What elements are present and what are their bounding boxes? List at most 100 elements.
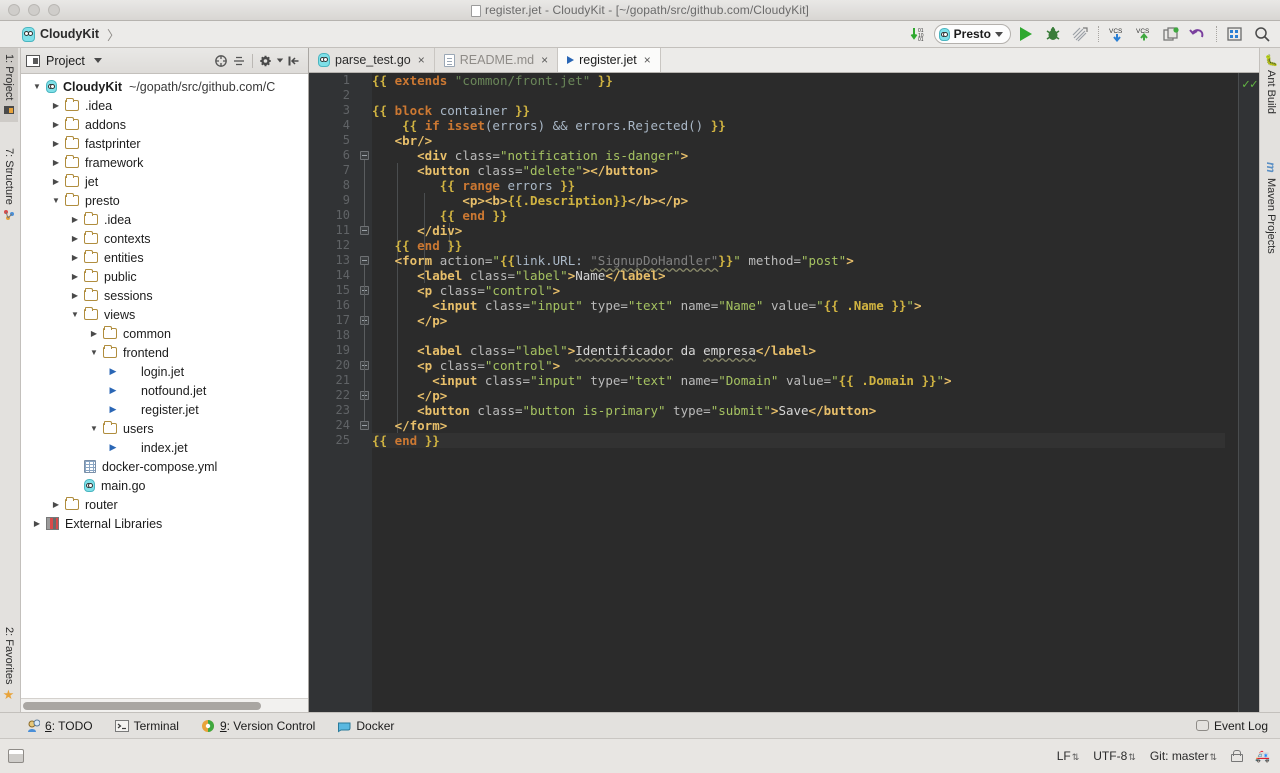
- minimize-button[interactable]: [28, 4, 40, 16]
- tree-node[interactable]: ▶ router: [21, 495, 308, 514]
- fold-end-icon[interactable]: [360, 421, 369, 430]
- close-icon[interactable]: ×: [418, 53, 425, 67]
- line-number[interactable]: 25: [309, 433, 357, 448]
- code-line[interactable]: {{ end }}: [372, 208, 1225, 223]
- code-text[interactable]: {{ extends "common/front.jet" }} {{ bloc…: [372, 73, 1225, 712]
- line-number[interactable]: 5: [309, 133, 357, 148]
- search-everywhere-icon[interactable]: [1250, 23, 1274, 45]
- code-line[interactable]: <label class="label">Identificador da em…: [372, 343, 1225, 358]
- close-icon[interactable]: ×: [644, 53, 651, 67]
- run-button[interactable]: [1014, 23, 1038, 45]
- tree-collapse-arrow-icon[interactable]: ▶: [50, 500, 62, 509]
- expand-all-icon[interactable]: [231, 54, 247, 68]
- code-line[interactable]: <br/>: [372, 133, 1225, 148]
- close-icon[interactable]: ×: [541, 53, 548, 67]
- error-stripe-marker-panel[interactable]: ✓✓: [1238, 73, 1259, 712]
- tree-node[interactable]: ▶ index.jet: [21, 438, 308, 457]
- sidebar-item-favorites[interactable]: 2: Favorites ★: [0, 621, 18, 706]
- tree-node[interactable]: ▶ common: [21, 324, 308, 343]
- tree-node[interactable]: ▶ login.jet: [21, 362, 308, 381]
- code-folding-gutter[interactable]: [357, 73, 372, 712]
- toggle-tool-windows-icon[interactable]: [8, 749, 24, 763]
- sidebar-item-structure[interactable]: 7: Structure: [0, 142, 18, 227]
- tree-node[interactable]: main.go: [21, 476, 308, 495]
- update-project-icon[interactable]: 01 10 01: [907, 23, 931, 45]
- hide-panel-icon[interactable]: [286, 54, 302, 68]
- breadcrumb[interactable]: CloudyKit 〉: [0, 25, 120, 44]
- code-line[interactable]: </form>: [372, 418, 1225, 433]
- tree-expand-arrow-icon[interactable]: ▼: [50, 196, 62, 205]
- code-editor[interactable]: 1 2 3 4 5 6 7 8 9 10 11 12 13 14 15 16 17 18 19 20 21 22 23 24 2…: [309, 73, 1259, 712]
- tree-node[interactable]: ▶ .idea: [21, 210, 308, 229]
- line-number[interactable]: 14: [309, 268, 357, 283]
- git-branch-widget[interactable]: Git: master⇅: [1150, 749, 1217, 763]
- line-number[interactable]: 24: [309, 418, 357, 433]
- code-line[interactable]: [372, 328, 1225, 343]
- breadcrumb-project-label[interactable]: CloudyKit: [40, 27, 99, 41]
- settings-icon[interactable]: [1223, 23, 1247, 45]
- line-number[interactable]: 4: [309, 118, 357, 133]
- code-line[interactable]: {{ if isset(errors) && errors.Rejected()…: [372, 118, 1225, 133]
- code-line[interactable]: <p class="control">: [372, 283, 1225, 298]
- code-line[interactable]: <button class="delete"></button>: [372, 163, 1225, 178]
- revert-icon[interactable]: [1186, 23, 1210, 45]
- tool-window-terminal[interactable]: Terminal: [114, 719, 179, 733]
- tree-collapse-arrow-icon[interactable]: ▶: [50, 158, 62, 167]
- tree-node[interactable]: ▶ register.jet: [21, 400, 308, 419]
- jet-file-arrow-icon[interactable]: ▶: [107, 366, 119, 377]
- tree-node[interactable]: ▶ notfound.jet: [21, 381, 308, 400]
- code-line[interactable]: <label class="label">Name</label>: [372, 268, 1225, 283]
- coverage-button[interactable]: [1068, 23, 1092, 45]
- tree-collapse-arrow-icon[interactable]: ▶: [50, 139, 62, 148]
- line-number[interactable]: 16: [309, 298, 357, 313]
- tree-collapse-arrow-icon[interactable]: ▶: [69, 215, 81, 224]
- project-panel-tab-label[interactable]: Project: [46, 54, 85, 68]
- tool-window-todo[interactable]: 6: TODO: [26, 719, 93, 733]
- tool-window-version-control[interactable]: 9: Version Control: [201, 719, 315, 733]
- lock-icon[interactable]: [1231, 750, 1244, 762]
- line-number[interactable]: 22: [309, 388, 357, 403]
- jet-file-arrow-icon[interactable]: ▶: [107, 385, 119, 396]
- tree-node[interactable]: ▶ External Libraries: [21, 514, 308, 533]
- tree-node[interactable]: ▶ addons: [21, 115, 308, 134]
- sidebar-item-project[interactable]: 1: Project: [0, 48, 18, 123]
- code-line[interactable]: </p>: [372, 313, 1225, 328]
- tree-collapse-arrow-icon[interactable]: ▶: [88, 329, 100, 338]
- line-number[interactable]: 1: [309, 73, 357, 88]
- tree-node[interactable]: ▼ users: [21, 419, 308, 438]
- line-number[interactable]: 10: [309, 208, 357, 223]
- line-number[interactable]: 13: [309, 253, 357, 268]
- project-tree[interactable]: ▼ CloudyKit ~/gopath/src/github.com/C ▶ .ide…: [21, 74, 308, 698]
- settings-chevron-icon[interactable]: [276, 58, 284, 63]
- code-line[interactable]: <p><b>{{.Description}}</b></p>: [372, 193, 1225, 208]
- tree-collapse-arrow-icon[interactable]: ▶: [69, 291, 81, 300]
- line-number[interactable]: 9: [309, 193, 357, 208]
- project-scope-chevron-icon[interactable]: [93, 58, 102, 63]
- tree-node[interactable]: docker-compose.yml: [21, 457, 308, 476]
- fold-collapse-icon[interactable]: [360, 151, 369, 160]
- line-number[interactable]: 7: [309, 163, 357, 178]
- line-number[interactable]: 12: [309, 238, 357, 253]
- line-number[interactable]: 19: [309, 343, 357, 358]
- code-line[interactable]: </div>: [372, 223, 1225, 238]
- jet-file-arrow-icon[interactable]: ▶: [107, 442, 119, 453]
- vcs-history-icon[interactable]: [1159, 23, 1183, 45]
- tree-node[interactable]: ▼ frontend: [21, 343, 308, 362]
- tree-node[interactable]: ▶ jet: [21, 172, 308, 191]
- code-line[interactable]: {{ end }}: [372, 433, 1225, 448]
- tree-node[interactable]: ▶ sessions: [21, 286, 308, 305]
- inspection-ok-icon[interactable]: ✓✓: [1242, 78, 1258, 91]
- tree-node[interactable]: ▶ fastprinter: [21, 134, 308, 153]
- line-number[interactable]: 18: [309, 328, 357, 343]
- code-line[interactable]: </p>: [372, 388, 1225, 403]
- tree-node[interactable]: ▼ CloudyKit ~/gopath/src/github.com/C: [21, 77, 308, 96]
- power-save-icon[interactable]: 🚑: [1255, 749, 1270, 763]
- chevron-down-icon[interactable]: [995, 31, 1003, 37]
- window-controls[interactable]: [8, 4, 60, 16]
- line-number[interactable]: 17: [309, 313, 357, 328]
- tree-node[interactable]: ▶ .idea: [21, 96, 308, 115]
- tree-expand-arrow-icon[interactable]: ▼: [88, 348, 100, 357]
- collapse-all-icon[interactable]: [213, 54, 229, 68]
- line-number[interactable]: 3: [309, 103, 357, 118]
- fold-collapse-icon[interactable]: [360, 256, 369, 265]
